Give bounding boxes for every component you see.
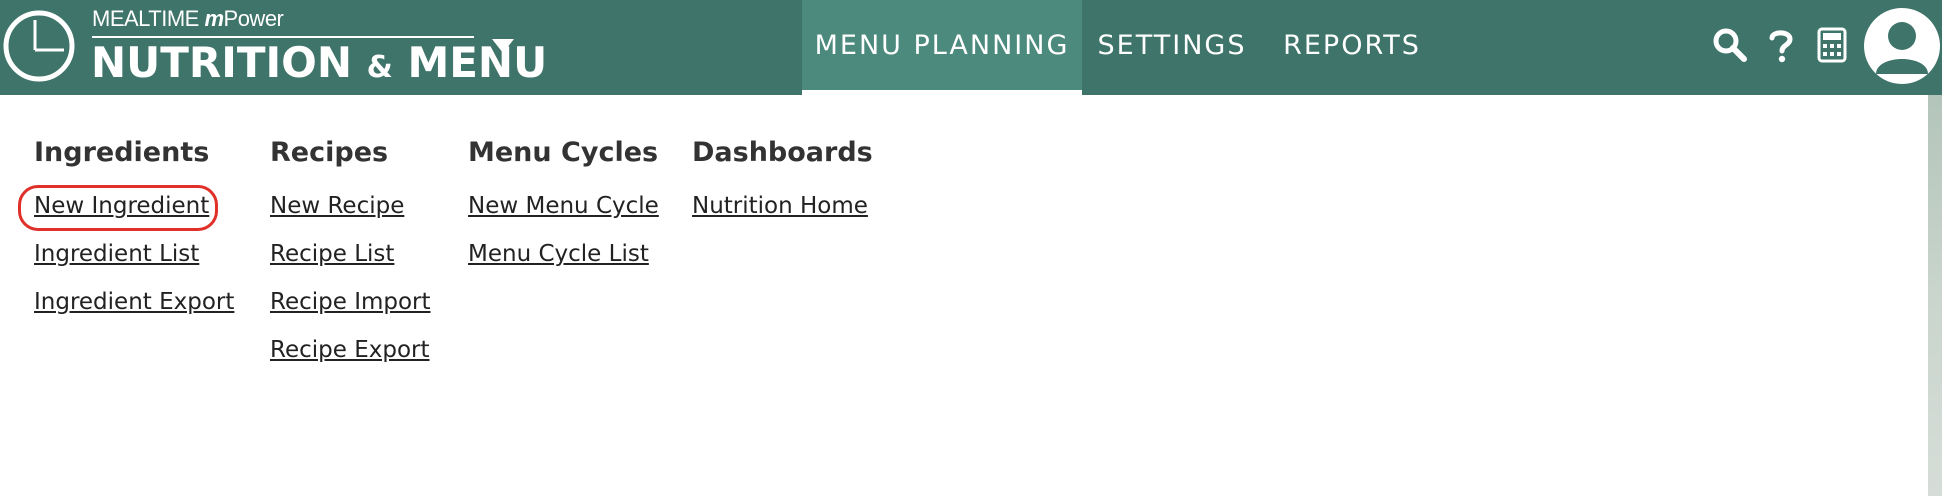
new-ingredient-link[interactable]: New Ingredient [17, 185, 234, 237]
help-icon[interactable] [1763, 27, 1799, 63]
menu-column-ingredients: Ingredients New Ingredient Ingredient Li… [17, 135, 234, 333]
clock-logo-icon [3, 10, 75, 82]
nutrition-home-link[interactable]: Nutrition Home [692, 189, 873, 237]
ingredient-list-link[interactable]: Ingredient List [34, 237, 234, 285]
ingredient-export-link[interactable]: Ingredient Export [34, 285, 234, 333]
recipe-import-link[interactable]: Recipe Import [270, 285, 431, 333]
menu-column-heading: Recipes [270, 137, 389, 168]
menu-column-dashboards: Dashboards Nutrition Home [692, 135, 873, 237]
new-menu-cycle-link[interactable]: New Menu Cycle [468, 189, 659, 237]
menu-column-heading: Ingredients [34, 137, 210, 168]
new-recipe-link[interactable]: New Recipe [270, 189, 431, 237]
chevron-down-icon[interactable] [490, 36, 516, 56]
menu-planning-dropdown: Ingredients New Ingredient Ingredient Li… [0, 95, 1928, 496]
top-navigation-bar: MEALTIME mPower NUTRITION & MENU MENU PL… [0, 0, 1942, 95]
search-icon[interactable] [1712, 27, 1748, 63]
menu-column-menu-cycles: Menu Cycles New Menu Cycle Menu Cycle Li… [468, 135, 659, 285]
user-avatar-icon[interactable] [1864, 8, 1940, 84]
tab-menu-planning[interactable]: MENU PLANNING [802, 0, 1082, 95]
tab-settings[interactable]: SETTINGS [1092, 0, 1252, 95]
calculator-icon[interactable] [1814, 27, 1850, 63]
menu-column-heading: Dashboards [692, 137, 873, 168]
recipe-export-link[interactable]: Recipe Export [270, 333, 431, 381]
tab-reports[interactable]: REPORTS [1278, 0, 1426, 95]
menu-column-recipes: Recipes New Recipe Recipe List Recipe Im… [270, 135, 431, 381]
brand-product-name: MEALTIME mPower [92, 6, 284, 31]
menu-cycle-list-link[interactable]: Menu Cycle List [468, 237, 659, 285]
menu-column-heading: Menu Cycles [468, 137, 659, 168]
brand-module-title[interactable]: NUTRITION & MENU [91, 38, 547, 93]
recipe-list-link[interactable]: Recipe List [270, 237, 431, 285]
